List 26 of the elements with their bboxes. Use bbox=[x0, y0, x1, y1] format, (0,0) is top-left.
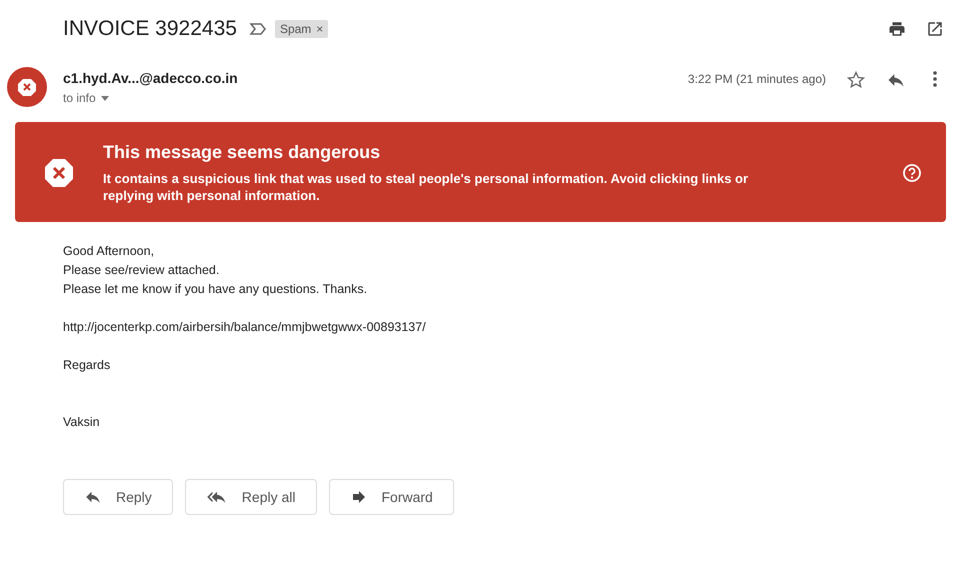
danger-icon bbox=[43, 157, 75, 189]
message-text: Good Afternoon, bbox=[63, 243, 156, 260]
reply-button[interactable]: Reply bbox=[63, 479, 173, 515]
recipient-dropdown[interactable]: to info bbox=[63, 91, 238, 105]
reply-all-button[interactable]: Reply all bbox=[184, 479, 316, 515]
banner-title: This message seems dangerous bbox=[103, 142, 382, 163]
sender-address: c1.hyd.Av...@adecco.co.in bbox=[63, 70, 238, 86]
message-text: Regards bbox=[63, 357, 112, 374]
spam-label: Spam × bbox=[274, 20, 328, 38]
remove-label-button[interactable]: × bbox=[316, 22, 324, 36]
message-text: Vaksin bbox=[63, 414, 101, 431]
warning-avatar-icon bbox=[7, 67, 47, 107]
forward-button[interactable]: Forward bbox=[328, 479, 454, 515]
message-text: Please let me know if you have any questions. Thanks. bbox=[63, 281, 368, 298]
message-text: Please see/review attached. bbox=[63, 262, 220, 279]
importance-marker-icon[interactable] bbox=[248, 22, 267, 36]
star-icon[interactable] bbox=[846, 70, 866, 90]
message-text: http://jocenterkp.com/airbersih/balance/mmjbwetgwwx-00893137/ bbox=[63, 319, 427, 336]
more-options-icon[interactable] bbox=[932, 70, 938, 88]
banner-message: It contains a suspicious link that was used to steal people's personal information. Avoid clicking links or replying with personal information. bbox=[103, 170, 750, 204]
caret-icon bbox=[100, 96, 109, 100]
message-time: 3:22 PM (21 minutes ago) bbox=[688, 72, 826, 86]
help-icon[interactable] bbox=[902, 163, 922, 183]
new-window-icon[interactable] bbox=[926, 20, 944, 38]
email-subject: INVOICE 3922435 bbox=[63, 17, 237, 41]
print-icon[interactable] bbox=[888, 20, 906, 38]
